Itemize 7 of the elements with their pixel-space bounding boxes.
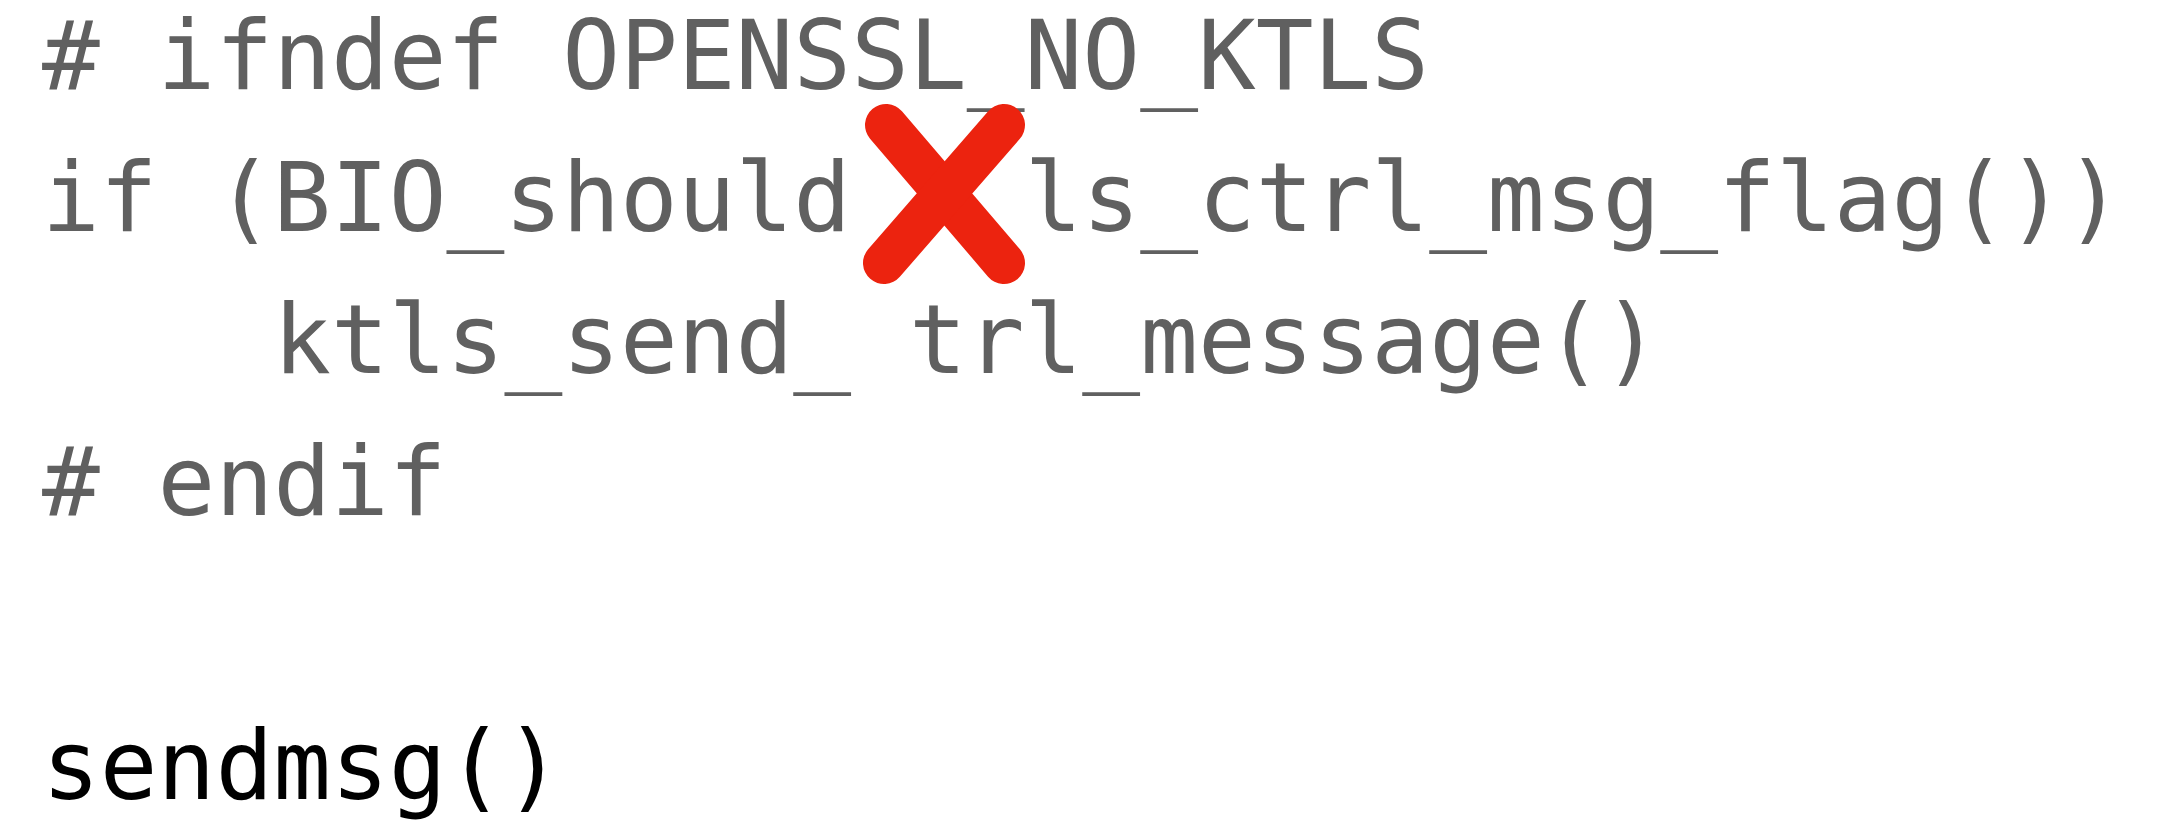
code-text: if (BIO_should [42,141,852,256]
code-text: trl_message() [908,283,1661,398]
code-text: # ifndef OPENSSL_NO_KTLS [42,0,1430,114]
code-text: ls_ctrl_msg_flag()) [1024,141,2123,256]
code-text: sendmsg() [42,709,563,820]
code-text: # endif [42,425,447,540]
code-text: ktls_send_ [272,283,852,398]
